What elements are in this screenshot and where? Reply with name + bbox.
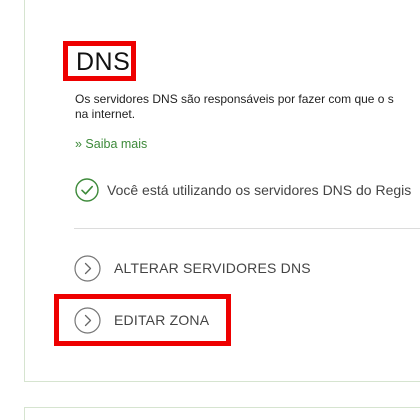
dns-status-text: Você está utilizando os servidores DNS d…	[107, 182, 412, 198]
learn-more-link[interactable]: » Saiba mais	[75, 137, 147, 151]
divider	[74, 228, 420, 229]
next-card	[24, 407, 420, 420]
check-circle-icon	[75, 178, 99, 202]
dns-section-title: DNS	[76, 48, 131, 76]
dns-description-line2: na internet.	[75, 107, 136, 121]
change-dns-servers-button[interactable]: ALTERAR SERVIDORES DNS	[74, 254, 311, 282]
dns-description-line1: Os servidores DNS são responsáveis por f…	[75, 92, 394, 106]
edit-zone-label: EDITAR ZONA	[114, 312, 210, 328]
page: DNS Os servidores DNS são responsáveis p…	[0, 0, 420, 420]
dns-description: Os servidores DNS são responsáveis por f…	[75, 92, 420, 122]
edit-zone-button[interactable]: EDITAR ZONA	[74, 306, 209, 334]
change-dns-servers-label: ALTERAR SERVIDORES DNS	[114, 260, 311, 276]
dns-status: Você está utilizando os servidores DNS d…	[75, 178, 411, 202]
chevron-right-circle-icon	[74, 254, 101, 282]
chevron-right-circle-icon	[74, 306, 101, 334]
